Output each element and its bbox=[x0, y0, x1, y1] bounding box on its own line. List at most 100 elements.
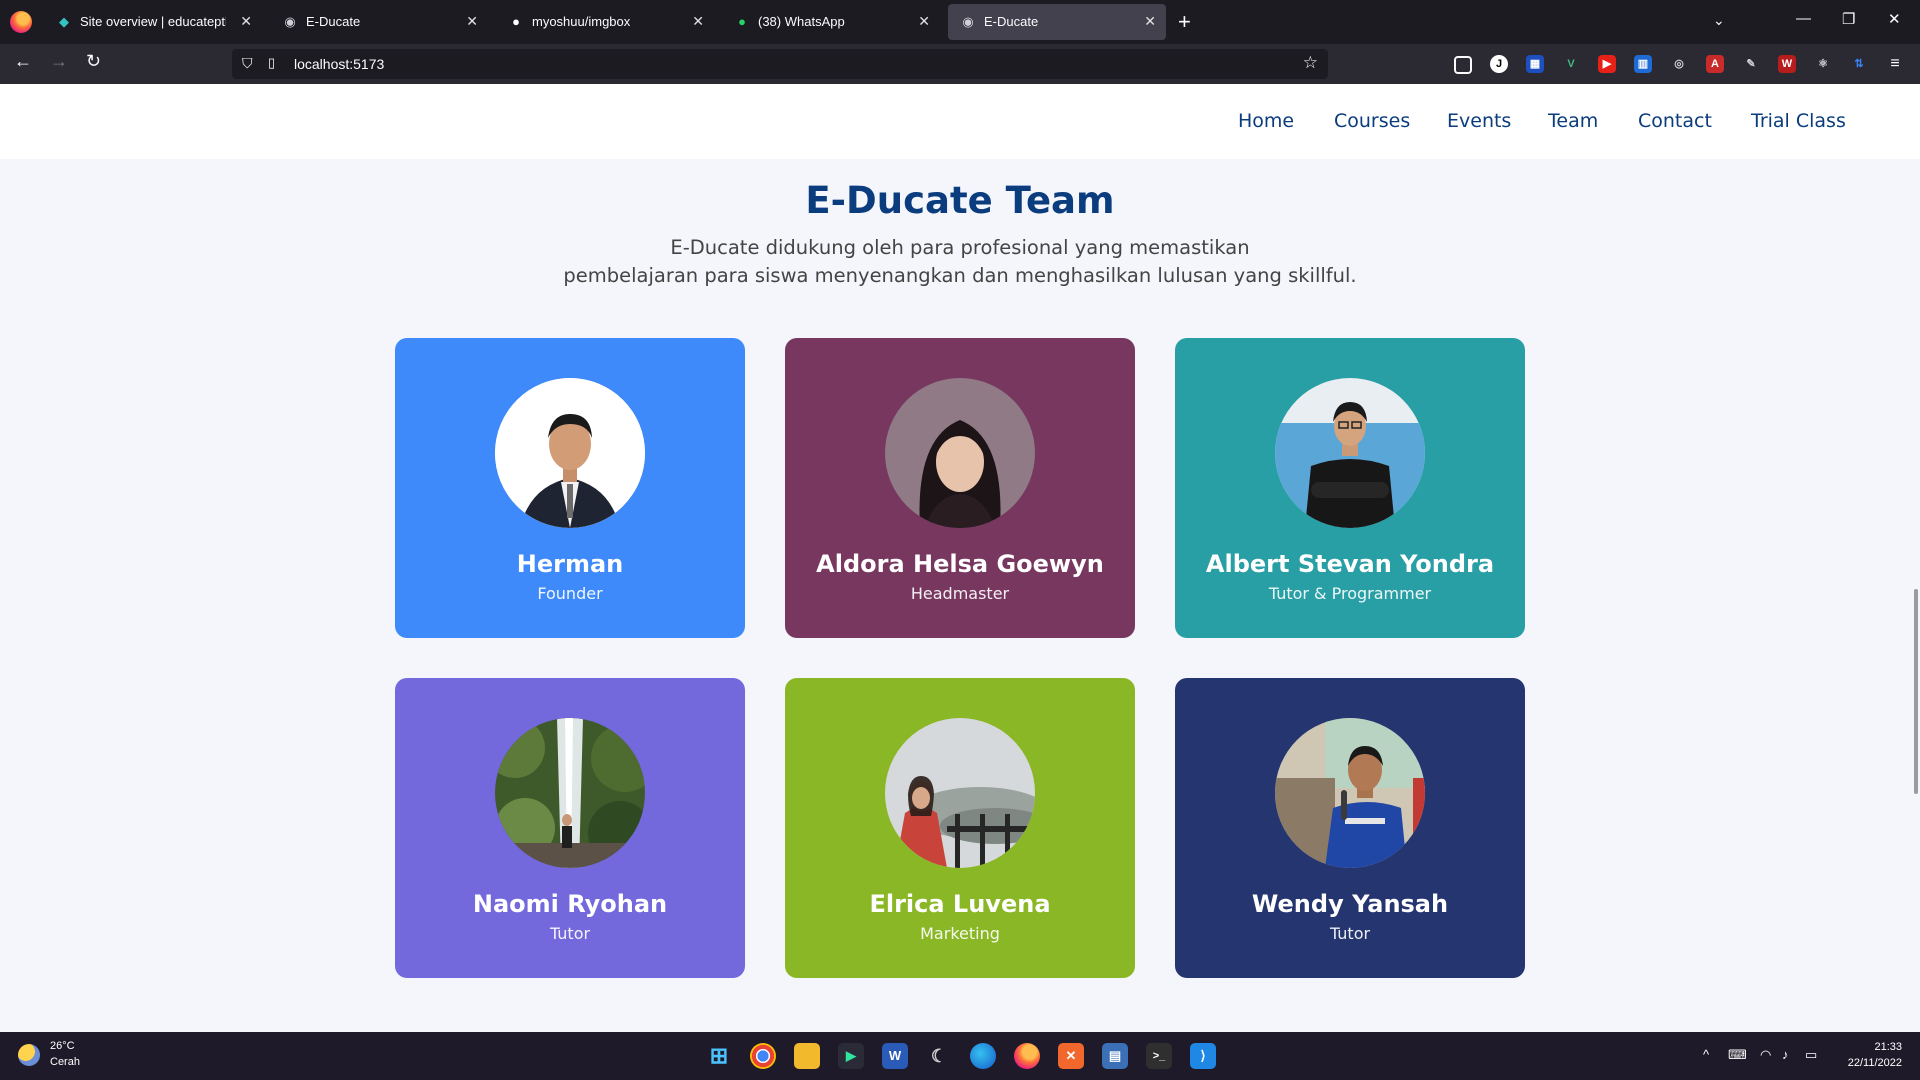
browser-toolbar: ← → ↻ ⛉ ▯ localhost:5173 ☆ J ▦ V ▶ ▥ ◎ A… bbox=[0, 44, 1920, 84]
tab-educate-active[interactable]: ◉ E-Ducate ✕ bbox=[948, 4, 1166, 40]
back-icon[interactable]: ← bbox=[14, 51, 32, 72]
pocket-icon[interactable] bbox=[1454, 56, 1472, 74]
member-name: Albert Stevan Yondra bbox=[1205, 550, 1495, 578]
extension-mask-icon[interactable]: ◎ bbox=[1670, 55, 1688, 73]
restore-icon[interactable]: ❐ bbox=[1842, 10, 1855, 28]
member-role: Headmaster bbox=[910, 584, 1010, 603]
description-line-1: E-Ducate didukung oleh para profesional … bbox=[670, 236, 1250, 259]
chevron-up-icon[interactable]: ^ bbox=[1703, 1047, 1709, 1062]
weather-icon[interactable] bbox=[18, 1044, 40, 1066]
clock-time[interactable]: 21:33 bbox=[1874, 1041, 1902, 1053]
member-name: Naomi Ryohan bbox=[472, 890, 668, 918]
youtube-icon[interactable]: ▶ bbox=[1598, 55, 1616, 73]
nav-home[interactable]: Home bbox=[1238, 110, 1294, 132]
member-role: Founder bbox=[537, 584, 603, 603]
weather-temperature[interactable]: 26°C bbox=[50, 1040, 75, 1052]
forward-icon[interactable]: → bbox=[50, 51, 68, 72]
close-tab-icon[interactable]: ✕ bbox=[466, 13, 478, 30]
close-tab-icon[interactable]: ✕ bbox=[692, 13, 704, 30]
wifi-icon[interactable]: ◠ bbox=[1760, 1047, 1771, 1063]
nav-contact[interactable]: Contact bbox=[1638, 110, 1712, 132]
windows-start-icon[interactable]: ⊞ bbox=[706, 1043, 732, 1069]
tab-whatsapp[interactable]: ● (38) WhatsApp ✕ bbox=[722, 4, 940, 40]
firefox-icon[interactable] bbox=[10, 11, 32, 33]
avatar bbox=[495, 378, 645, 528]
nav-courses[interactable]: Courses bbox=[1334, 110, 1410, 132]
member-role: Tutor bbox=[1329, 924, 1371, 943]
react-devtools-icon[interactable]: ⚛ bbox=[1814, 55, 1832, 73]
member-name: Elrica Luvena bbox=[869, 890, 1051, 918]
section-description: E-Ducate didukung oleh para profesional … bbox=[0, 234, 1920, 290]
member-name: Herman bbox=[516, 550, 624, 578]
nav-team[interactable]: Team bbox=[1548, 110, 1598, 132]
team-card-aldora[interactable]: Aldora Helsa Goewyn Headmaster bbox=[785, 338, 1135, 638]
github-icon: ● bbox=[512, 14, 520, 29]
xampp-icon[interactable]: ✕ bbox=[1058, 1043, 1084, 1069]
scrollbar-thumb[interactable] bbox=[1914, 589, 1918, 794]
team-card-herman[interactable]: Herman Founder bbox=[395, 338, 745, 638]
firefox-taskbar-icon[interactable] bbox=[1014, 1043, 1040, 1069]
vue-devtools-icon[interactable]: V bbox=[1562, 55, 1580, 73]
nav-events[interactable]: Events bbox=[1447, 110, 1511, 132]
vscode-icon[interactable]: ⟩ bbox=[1190, 1043, 1216, 1069]
team-card-elrica[interactable]: Elrica Luvena Marketing bbox=[785, 678, 1135, 978]
section-title: E-Ducate Team bbox=[805, 179, 1115, 222]
menu-icon[interactable]: ≡ bbox=[1886, 55, 1904, 73]
close-tab-icon[interactable]: ✕ bbox=[918, 13, 930, 30]
nav-trial-class[interactable]: Trial Class bbox=[1751, 110, 1846, 132]
file-explorer-icon[interactable] bbox=[794, 1043, 820, 1069]
monitor-app-icon[interactable]: ▤ bbox=[1102, 1043, 1128, 1069]
address-bar[interactable]: ⛉ ▯ localhost:5173 ☆ bbox=[232, 49, 1328, 79]
extension-w-icon[interactable]: W bbox=[1778, 55, 1796, 73]
battery-icon[interactable]: ▭ bbox=[1805, 1047, 1817, 1063]
member-role: Tutor & Programmer bbox=[1268, 584, 1432, 603]
volume-icon[interactable]: ♪ bbox=[1782, 1047, 1789, 1062]
minimize-icon[interactable]: — bbox=[1796, 10, 1811, 27]
app-moon-icon[interactable]: ☾ bbox=[926, 1043, 952, 1069]
member-name: Wendy Yansah bbox=[1251, 890, 1449, 918]
app-icon[interactable]: ▶ bbox=[838, 1043, 864, 1069]
tab-educate-1[interactable]: ◉ E-Ducate ✕ bbox=[270, 4, 488, 40]
shield-icon[interactable]: ⛉ bbox=[242, 55, 253, 72]
extension-pen-icon[interactable]: ✎ bbox=[1742, 55, 1760, 73]
word-icon[interactable]: W bbox=[882, 1043, 908, 1069]
team-card-naomi[interactable]: Naomi Ryohan Tutor bbox=[395, 678, 745, 978]
tab-strip: ◆ Site overview | educateptk ✕ ◉ E-Ducat… bbox=[0, 0, 1920, 44]
member-name: Aldora Helsa Goewyn bbox=[816, 550, 1104, 578]
avatar bbox=[885, 378, 1035, 528]
edge-icon[interactable] bbox=[970, 1043, 996, 1069]
new-tab-icon[interactable]: + bbox=[1178, 9, 1191, 35]
terminal-icon[interactable]: >_ bbox=[1146, 1043, 1172, 1069]
close-window-icon[interactable]: ✕ bbox=[1888, 10, 1901, 28]
avatar bbox=[495, 718, 645, 868]
bookmark-star-icon[interactable]: ☆ bbox=[1303, 53, 1318, 73]
weather-description[interactable]: Cerah bbox=[50, 1056, 80, 1068]
taskbar: 26°C Cerah ⊞ ▶ W ☾ ✕ ▤ >_ ⟩ ^ ⌨ ◠ ♪ ▭ 21… bbox=[0, 1032, 1920, 1080]
page-info-icon[interactable]: ▯ bbox=[268, 55, 275, 71]
netlify-icon: ◆ bbox=[59, 14, 69, 29]
chevron-down-icon[interactable]: ⌄ bbox=[1713, 12, 1725, 29]
page-viewport: Home Courses Events Team Contact Trial C… bbox=[0, 84, 1920, 1032]
whatsapp-icon: ● bbox=[738, 14, 746, 29]
reload-icon[interactable]: ↻ bbox=[86, 51, 101, 72]
url-text[interactable]: localhost:5173 bbox=[294, 56, 384, 72]
extension-calc-icon[interactable]: ▦ bbox=[1526, 55, 1544, 73]
tab-site-overview[interactable]: ◆ Site overview | educateptk ✕ bbox=[44, 4, 262, 40]
team-card-albert[interactable]: Albert Stevan Yondra Tutor & Programmer bbox=[1175, 338, 1525, 638]
extension-red-icon[interactable]: A bbox=[1706, 55, 1724, 73]
avatar bbox=[885, 718, 1035, 868]
team-card-wendy[interactable]: Wendy Yansah Tutor bbox=[1175, 678, 1525, 978]
globe-icon: ◉ bbox=[284, 14, 296, 29]
keyboard-icon[interactable]: ⌨ bbox=[1728, 1047, 1747, 1063]
avatar bbox=[1275, 718, 1425, 868]
site-navbar: Home Courses Events Team Contact Trial C… bbox=[0, 84, 1920, 159]
close-tab-icon[interactable]: ✕ bbox=[1144, 13, 1156, 30]
member-role: Tutor bbox=[549, 924, 591, 943]
extension-j-icon[interactable]: J bbox=[1490, 55, 1508, 73]
tab-github[interactable]: ● myoshuu/imgbox ✕ bbox=[496, 4, 714, 40]
close-tab-icon[interactable]: ✕ bbox=[240, 13, 252, 30]
clock-date[interactable]: 22/11/2022 bbox=[1848, 1057, 1902, 1069]
extension-arrows-icon[interactable]: ⇅ bbox=[1850, 55, 1868, 73]
chrome-icon[interactable] bbox=[750, 1043, 776, 1069]
extension-blue-icon[interactable]: ▥ bbox=[1634, 55, 1652, 73]
